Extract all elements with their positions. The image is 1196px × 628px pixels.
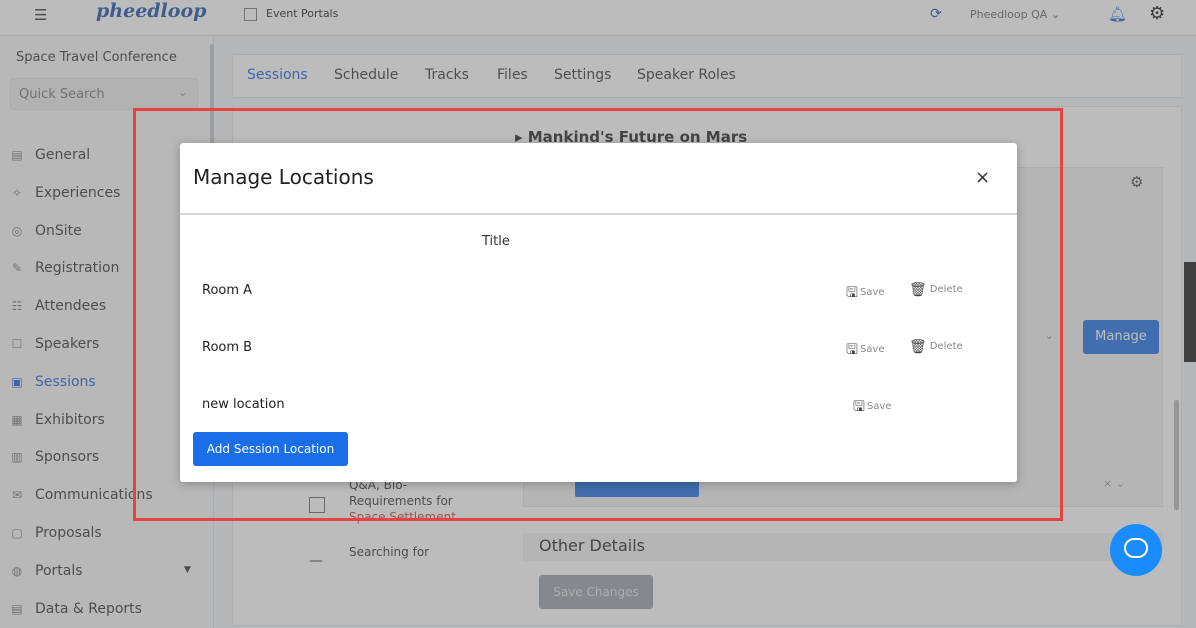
delete-button[interactable]: 🗑 Delete — [909, 339, 963, 355]
close-icon[interactable]: × — [975, 167, 990, 188]
delete-label: Delete — [929, 284, 963, 295]
chat-button[interactable] — [1110, 524, 1162, 576]
save-label: Save — [859, 287, 885, 298]
manage-locations-modal: Manage Locations × Title Room A 🖫 Save 🗑 D… — [180, 143, 1017, 482]
location-name[interactable]: Room A — [202, 283, 252, 298]
save-button[interactable]: 🖫 Save — [853, 396, 891, 420]
save-button[interactable]: 🖫 Save — [846, 339, 884, 363]
modal-title: Manage Locations — [193, 165, 374, 189]
location-name[interactable]: Room B — [202, 340, 252, 355]
save-label: Save — [859, 344, 885, 355]
save-icon: 🖫 — [846, 342, 858, 358]
save-icon: 🖫 — [846, 285, 858, 301]
column-header-title: Title — [482, 234, 510, 249]
location-row: new location 🖫 Save — [180, 390, 1017, 420]
delete-label: Delete — [929, 341, 963, 352]
save-button[interactable]: 🖫 Save — [846, 282, 884, 306]
trash-icon: 🗑 — [909, 282, 927, 298]
save-icon: 🖫 — [853, 399, 865, 415]
location-row: Room B 🖫 Save 🗑 Delete — [180, 333, 1017, 363]
delete-button[interactable]: 🗑 Delete — [909, 282, 963, 298]
chat-icon — [1124, 538, 1148, 558]
save-label: Save — [866, 401, 892, 412]
location-name[interactable]: new location — [202, 397, 285, 412]
trash-icon: 🗑 — [909, 339, 927, 355]
divider — [180, 213, 1017, 215]
add-session-location-button[interactable]: Add Session Location — [193, 432, 348, 466]
location-row: Room A 🖫 Save 🗑 Delete — [180, 276, 1017, 306]
